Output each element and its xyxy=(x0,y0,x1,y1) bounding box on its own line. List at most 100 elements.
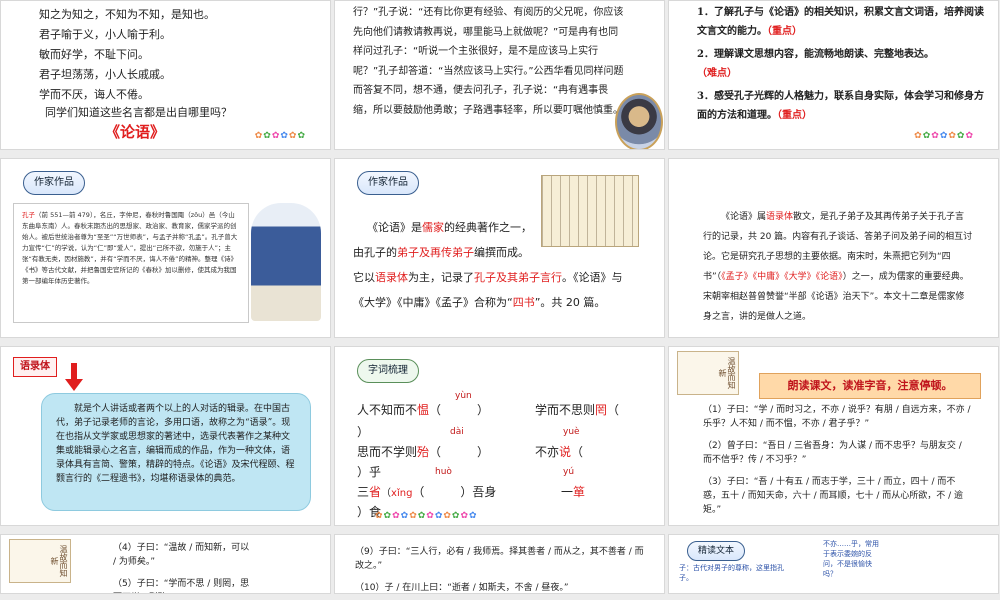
vocab-text: 思而不学则 xyxy=(357,445,418,459)
vocab-item: 学而不思则罔（ xyxy=(535,401,619,420)
slide-2[interactable]: 行？”孔子说：“还有比你更有经验、有阅历的父兄呢，你应该先向他们请教请教再说，哪… xyxy=(334,0,665,150)
quote-line: 知之为知之，不知为不知，是知也。 xyxy=(39,8,215,21)
vocab-char: 省 xyxy=(369,485,382,499)
pinyin-label: huò xyxy=(435,467,452,477)
vocab-item: 一箪 xyxy=(561,483,585,502)
vocab-blank: ）乎 xyxy=(357,465,382,479)
intro-highlight: 四书 xyxy=(512,296,535,309)
reading-line: （1）子曰：“学 / 而时习之，不亦 / 说乎？有朋 / 自远方来，不亦 / 乐… xyxy=(703,405,971,429)
flower-decoration-icon: ✿✿✿✿✿✿ xyxy=(254,131,306,141)
pinyin-label: yú xyxy=(563,467,575,477)
learning-goals: 1．了解孔子与《论语》的相关知识，积累文言文词语，培养阅读文言文的能力。（重点）… xyxy=(697,3,987,125)
flower-decoration-icon: ✿✿✿✿✿✿✿✿✿✿✿✿ xyxy=(375,511,478,521)
slide-thumbnail-grid: 知之为知之，不知为不知，是知也。 君子喻于义，小人喻于利。 敏而好学，不耻下问。… xyxy=(0,0,1000,600)
vocab-item: 人不知而不愠（ ） xyxy=(357,401,489,420)
desc-highlight: 《孟子》《中庸》《大学》《论语》 xyxy=(721,272,843,282)
slide-12[interactable]: 精读文本 子：古代对男子的尊称，这里指孔子。 不亦……乎，常用于表示委婉的反问，… xyxy=(668,534,999,594)
quote-line: 君子喻于义，小人喻于利。 xyxy=(39,28,171,41)
goal-3-tag: （重点） xyxy=(777,110,812,121)
slide-6[interactable]: 《论语》属语录体散文，是孔子弟子及其再传弟子关于孔子言行的记录，共 20 篇。内… xyxy=(668,158,999,338)
intro-text: ”。共 20 篇。 xyxy=(534,296,606,309)
reading-line: （9）子曰：“三人行，必有 / 我师焉。择其善者 / 而从之，其不善者 / 而改… xyxy=(355,547,644,571)
goal-1: 1．了解孔子与《论语》的相关知识，积累文言文词语，培养阅读文言文的能力。 xyxy=(697,7,984,37)
vocab-char: 说 xyxy=(559,445,572,459)
quote-line: 君子坦荡荡，小人长戚戚。 xyxy=(39,68,171,81)
vocab-text: 三 xyxy=(357,485,370,499)
vocab-char: 愠 xyxy=(417,403,430,417)
vocab-text: 不亦 xyxy=(535,445,560,459)
vocab-item: 三省（xǐng（ ）吾身 xyxy=(357,485,497,499)
intro-text: 《论语》是 xyxy=(367,221,422,234)
intro-text: 它以 xyxy=(353,271,375,284)
flower-decoration-icon: ✿✿✿✿✿✿✿ xyxy=(914,131,974,141)
question-text: 同学们知道这些名言都是出自哪里吗？ xyxy=(45,106,232,119)
definition-box: 就是个人讲话或者两个以上的人对话的辑录。在中国古代，弟子记录老师的言论，多用口语… xyxy=(41,393,311,511)
goal-2: 2．理解课文思想内容，能流畅地朗读、完整地表达。 xyxy=(697,49,934,60)
slide-5[interactable]: 作家作品 《论语》是儒家的经典著作之一， 由孔子的弟子及再传弟子编撰而成。 它以… xyxy=(334,158,665,338)
section-tag: 作家作品 xyxy=(357,171,419,195)
lunyu-intro: 《论语》是儒家的经典著作之一， 由孔子的弟子及再传弟子编撰而成。 它以语录体为主… xyxy=(353,215,653,315)
intro-text: 为主，记录了 xyxy=(408,271,474,284)
vocab-char: 殆 xyxy=(417,445,430,459)
slide-9[interactable]: 温故而知新 朗读课文，读准字音，注意停顿。 （1）子曰：“学 / 而时习之，不亦… xyxy=(668,346,999,526)
annotation-note: 子：古代对男子的尊称，这里指孔子。 xyxy=(679,564,784,582)
vocab-item: 思而不学则殆（ ） xyxy=(357,443,489,462)
vocab-blank: （ xyxy=(607,403,620,417)
reading-line: （3）子曰：“吾 / 十有五 / 而志于学，三十 / 而立，四十 / 而不惑，五… xyxy=(703,477,964,515)
definition-text: 就是个人讲话或者两个以上的人对话的辑录。在中国古代，弟子记录老师的言论，多用口语… xyxy=(56,404,295,484)
slide-1[interactable]: 知之为知之，不知为不知，是知也。 君子喻于义，小人喻于利。 敏而好学，不耻下问。… xyxy=(0,0,331,150)
section-tag: 语录体 xyxy=(13,357,57,377)
quote-list: 知之为知之，不知为不知，是知也。 君子喻于义，小人喻于利。 敏而好学，不耻下问。… xyxy=(39,5,299,105)
lunyu-description: 《论语》属语录体散文，是孔子弟子及其再传弟子关于孔子言行的记录，共 20 篇。内… xyxy=(703,207,973,327)
quote-line: 学而不厌，诲人不倦。 xyxy=(39,88,149,101)
quote-line: 敏而好学，不耻下问。 xyxy=(39,48,149,61)
slide-title: 《论语》 xyxy=(105,123,166,141)
goal-1-tag: （重点） xyxy=(767,26,802,37)
section-tag: 精读文本 xyxy=(687,541,746,561)
slide-10[interactable]: 温故而知新 （4）子曰：“温故 / 而知新，可以 / 为师矣。” （5）子曰：“… xyxy=(0,534,331,594)
calligraphy-deco: 温故而知新 xyxy=(9,539,71,583)
intro-text: 。《论语》与 xyxy=(562,271,623,284)
vocab-blank: （ xyxy=(571,445,584,459)
section-tag: 作家作品 xyxy=(23,171,85,195)
pinyin-label: dài xyxy=(450,427,464,437)
slide-7[interactable]: 语录体 就是个人讲话或者两个以上的人对话的辑录。在中国古代，弟子记录老师的言论，… xyxy=(0,346,331,526)
author-bio-box: 孔子（前 551—前 479），名丘，字仲尼，春秋时鲁国陬（zōu）邑（今山东曲… xyxy=(13,203,249,323)
reading-banner: 朗读课文，读准字音，注意停顿。 xyxy=(759,373,981,399)
vocab-blank: ） xyxy=(357,425,370,439)
vocab-text: 人不知而不 xyxy=(357,403,418,417)
reading-line: （10）子 / 在川上曰：“逝者 / 如斯夫，不舍 / 昼夜。” xyxy=(355,583,569,593)
reading-line: （5）子曰：“学而不思 / 则罔，思而不学 / 则殆。” xyxy=(113,579,250,589)
reading-lines: （1）子曰：“学 / 而时习之，不亦 / 说乎？有朋 / 自远方来，不亦 / 乐… xyxy=(703,403,971,517)
vocab-text: 一 xyxy=(561,485,574,499)
slide-3[interactable]: 1．了解孔子与《论语》的相关知识，积累文言文词语，培养阅读文言文的能力。（重点）… xyxy=(668,0,999,150)
reading-line: （4）子曰：“温故 / 而知新，可以 / 为师矣。” xyxy=(113,543,250,567)
vocab-blank: （ ）吾身 xyxy=(412,485,497,499)
reading-lines: （9）子曰：“三人行，必有 / 我师焉。择其善者 / 而从之，其不善者 / 而改… xyxy=(355,545,645,593)
slide-4[interactable]: 作家作品 孔子（前 551—前 479），名丘，字仲尼，春秋时鲁国陬（zōu）邑… xyxy=(0,158,331,338)
story-text: 行？”孔子说：“还有比你更有经验、有阅历的父兄呢，你应该先向他们请教请教再说，哪… xyxy=(353,7,624,116)
annotation-note: 不亦……乎，常用于表示委婉的反问，不是很愉快吗？ xyxy=(823,540,879,578)
goal-2-tag: （难点） xyxy=(697,68,737,79)
intro-highlight: 弟子及再传弟子 xyxy=(397,246,474,259)
author-bio: （前 551—前 479），名丘，字仲尼，春秋时鲁国陬（zōu）邑（今山东曲阜东… xyxy=(22,211,238,285)
vocab-item: 不亦说（ xyxy=(535,443,583,462)
confucius-figure-icon xyxy=(251,203,321,321)
vocab-text: 学而不思则 xyxy=(535,403,596,417)
pinyin-label: xǐng xyxy=(391,488,413,499)
goal-3: 3．感受孔子光辉的人格魅力，联系自身实际，体会学习和修身方面的方法和道理。 xyxy=(697,91,984,121)
calligraphy-deco: 温故而知新 xyxy=(677,351,739,395)
vocab-blank: （ ） xyxy=(429,445,490,459)
desc-text: 《论语》属 xyxy=(721,212,767,222)
pinyin-label: yuè xyxy=(563,427,580,437)
intro-highlight: 孔子及其弟子言行 xyxy=(474,271,562,284)
arrow-down-icon xyxy=(65,363,83,391)
reading-line: （2）曾子曰：“吾日 / 三省吾身：为人谋 / 而不忠乎？与朋友交 / 而不信乎… xyxy=(703,441,962,465)
slide-11[interactable]: （9）子曰：“三人行，必有 / 我师焉。择其善者 / 而从之，其不善者 / 而改… xyxy=(334,534,665,594)
intro-text: 编撰而成。 xyxy=(474,246,529,259)
vocab-char: 箪 xyxy=(573,485,586,499)
intro-text: 的经典著作之一， xyxy=(444,221,532,234)
slide-8[interactable]: 字词梳理 yùn 人不知而不愠（ ） 学而不思则罔（ ） dài yuè 思而不… xyxy=(334,346,665,526)
intro-text: 《大学》《中庸》《孟子》合称为“ xyxy=(353,296,513,309)
section-tag: 字词梳理 xyxy=(357,359,419,383)
